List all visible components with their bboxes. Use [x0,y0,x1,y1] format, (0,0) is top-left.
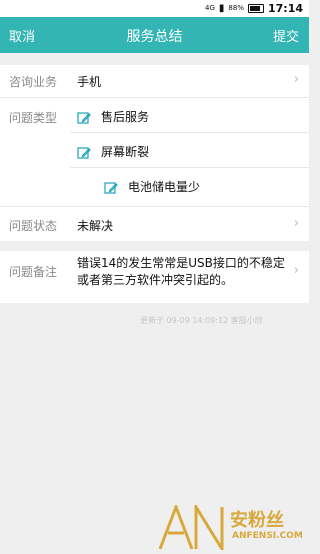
status-bar: 4G ▮ 88% 17:14 [0,0,309,17]
problem-type-item[interactable]: 电池储电量少 [104,178,200,195]
consult-row[interactable]: 咨询业务 手机 › [0,65,309,97]
problem-type-item[interactable]: 屏幕断裂 [77,143,149,160]
divider [70,167,309,168]
form-section-note: 问题备注 错误14的发生常常是USB接口的不稳定或者第三方软件冲突引起的。 › [0,251,309,303]
problem-type-item[interactable]: 售后服务 [77,108,149,125]
form-section-top: 咨询业务 手机 › 问题类型 售后服务 屏幕断裂 电池储电量少 问题状态 未解决… [0,65,309,241]
watermark-en: ANFENSI.COM [232,531,303,541]
chevron-right-icon: › [293,216,299,231]
app-bar: 取消 服务总结 提交 [0,17,309,53]
chevron-right-icon: › [293,263,299,278]
problem-status-value: 未解决 [77,219,114,233]
problem-note-label: 问题备注 [9,265,58,279]
problem-type-label: 问题类型 [9,111,58,125]
consult-value: 手机 [77,75,102,89]
problem-note-row[interactable]: 问题备注 错误14的发生常常是USB接口的不稳定或者第三方软件冲突引起的。 › [0,251,309,303]
edit-icon [77,145,91,159]
problem-type-text: 售后服务 [101,110,150,124]
signal-icon: ▮ [218,3,225,14]
status-time: 17:14 [267,2,303,15]
page-title: 服务总结 [126,29,183,45]
problem-type-row: 问题类型 售后服务 屏幕断裂 电池储电量少 [0,98,309,206]
signal-label: 4G [205,4,215,12]
update-meta: 更新于 09-09 14:09:12 客服小欣 [140,316,263,325]
status-right: 4G ▮ 88% 17:14 [205,2,303,15]
problem-type-text: 屏幕断裂 [101,145,150,159]
problem-note-text: 错误14的发生常常是USB接口的不稳定或者第三方软件冲突引起的。 [77,256,285,287]
submit-button[interactable]: 提交 [273,26,299,45]
watermark-logo [158,501,228,554]
consult-label: 咨询业务 [9,75,58,89]
edit-icon [77,110,91,124]
chevron-right-icon: › [293,72,299,87]
problem-status-label: 问题状态 [9,219,58,233]
divider [70,132,309,133]
battery-icon [247,4,264,13]
problem-type-text: 电池储电量少 [128,180,201,194]
problem-status-row[interactable]: 问题状态 未解决 › [0,207,309,241]
battery-percent: 88% [228,4,244,12]
watermark-cn: 安粉丝 [230,510,284,531]
edit-icon [104,180,118,194]
